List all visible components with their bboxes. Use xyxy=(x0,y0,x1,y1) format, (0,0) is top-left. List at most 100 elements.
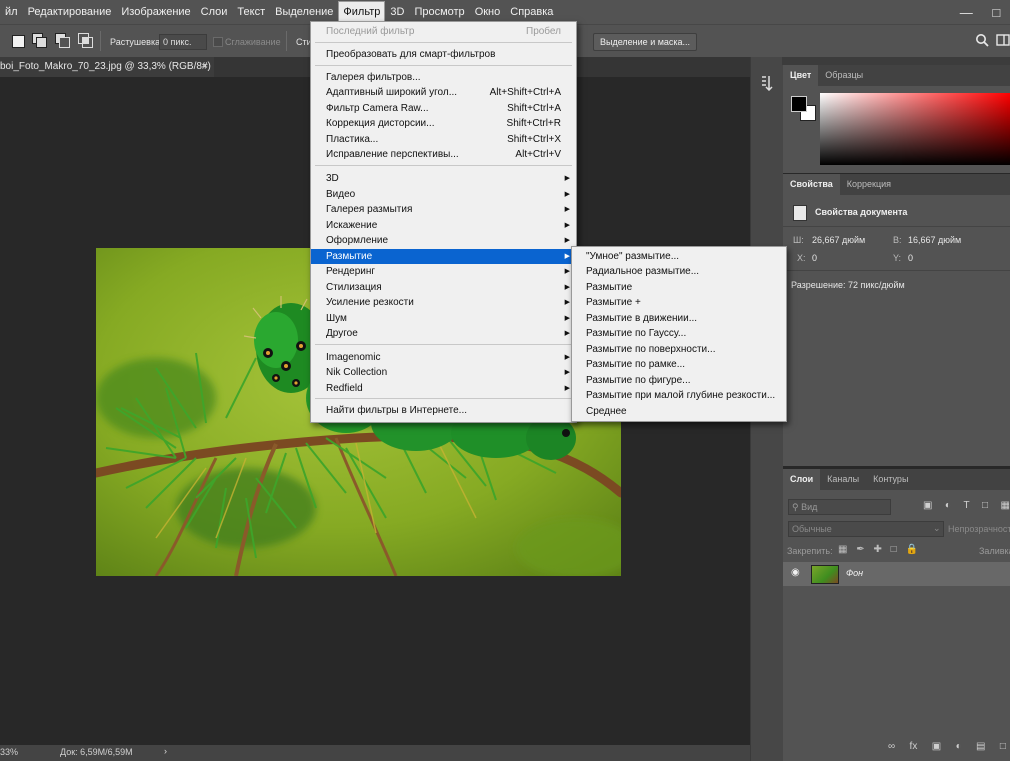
resolution-text: Разрешение: 72 пикс/дюйм xyxy=(791,280,905,290)
divider xyxy=(286,31,287,51)
workspace-icon[interactable] xyxy=(996,33,1010,50)
lock-pixels-icon[interactable]: ✒ xyxy=(856,544,864,556)
maximize-icon[interactable]: □ xyxy=(992,5,1000,20)
menu-item-nik-collection[interactable]: Nik Collection ▶ xyxy=(311,365,576,380)
layer-row[interactable]: ◉ Фон xyxy=(783,562,1010,586)
tab-adjustments[interactable]: Коррекция xyxy=(840,174,898,195)
type-filter-icon[interactable]: T xyxy=(963,500,969,514)
blend-mode-select[interactable]: Обычные xyxy=(788,521,944,537)
select-and-mask-button[interactable]: Выделение и маска... xyxy=(593,33,697,51)
adjustment-filter-icon[interactable]: ◐ xyxy=(945,500,951,514)
search-icon[interactable] xyxy=(975,33,989,50)
menu-separator xyxy=(315,42,572,43)
shape-filter-icon[interactable]: □ xyxy=(982,500,988,514)
menu-item-distort[interactable]: Искажение ▶ xyxy=(311,218,576,233)
link-layers-icon[interactable]: ∞ xyxy=(888,741,895,755)
tab-swatches[interactable]: Образцы xyxy=(818,65,870,86)
menu-item-other[interactable]: Другое ▶ xyxy=(311,326,576,341)
lock-artboard-icon[interactable]: □ xyxy=(891,544,897,556)
blend-dropdown-icon: ⌄ xyxy=(933,523,941,533)
submenu-arrow-icon: ▶ xyxy=(564,385,570,392)
blur-submenu: "Умное" размытие... Радиальное размытие.… xyxy=(571,246,787,422)
menu-item-video[interactable]: Видео ▶ xyxy=(311,187,576,202)
submenu-arrow-icon: ▶ xyxy=(564,330,570,337)
menu-item-vanishing-point[interactable]: Исправление перспективы... Alt+Ctrl+V xyxy=(311,147,576,162)
intersect-selection-icon[interactable] xyxy=(78,33,93,48)
menu-item-imagenomic[interactable]: Imagenomic ▶ xyxy=(311,350,576,365)
status-arrow-icon[interactable]: › xyxy=(164,746,167,756)
add-selection-icon[interactable] xyxy=(32,33,47,48)
tab-properties[interactable]: Свойства xyxy=(783,174,840,195)
blur-item-blur[interactable]: Размытие xyxy=(586,280,632,295)
add-mask-icon[interactable]: ▣ xyxy=(932,741,941,755)
menu-separator xyxy=(315,65,572,66)
menu-item-3d[interactable]: 3D ▶ xyxy=(311,171,576,186)
blur-item-radial-blur[interactable]: Радиальное размытие... xyxy=(586,264,699,279)
menu-item-browse-filters-online[interactable]: Найти фильтры в Интернете... xyxy=(311,403,576,418)
history-icon[interactable] xyxy=(760,75,774,94)
menu-file[interactable]: йл xyxy=(0,0,23,24)
blur-item-surface-blur[interactable]: Размытие по поверхности... xyxy=(586,342,715,357)
menu-item-stylize[interactable]: Стилизация ▶ xyxy=(311,280,576,295)
antialias-checkbox[interactable] xyxy=(213,37,223,47)
menu-item-last-filter[interactable]: Последний фильтр Пробел xyxy=(311,24,576,39)
lock-transparency-icon[interactable]: ▦ xyxy=(838,544,847,556)
foreground-color-swatch[interactable] xyxy=(791,96,807,112)
menu-item-stylize-design[interactable]: Оформление ▶ xyxy=(311,233,576,248)
menu-item-camera-raw[interactable]: Фильтр Camera Raw... Shift+Ctrl+A xyxy=(311,101,576,116)
smart-object-filter-icon[interactable]: ▦ xyxy=(1001,500,1010,514)
lock-position-icon[interactable]: ✚ xyxy=(873,544,881,556)
menu-filter[interactable]: Фильтр xyxy=(338,1,386,23)
menu-item-lens-correction[interactable]: Коррекция дисторсии... Shift+Ctrl+R xyxy=(311,116,576,131)
menu-edit[interactable]: Редактирование xyxy=(23,0,117,24)
close-tab-icon[interactable]: × xyxy=(202,57,208,77)
menu-layers[interactable]: Слои xyxy=(196,0,233,24)
menu-item-adaptive-wide-angle[interactable]: Адаптивный широкий угол... Alt+Shift+Ctrl… xyxy=(311,85,576,100)
new-layer-icon[interactable]: □ xyxy=(1000,741,1006,755)
menu-item-blur-gallery[interactable]: Галерея размытия ▶ xyxy=(311,202,576,217)
tab-channels[interactable]: Каналы xyxy=(820,469,866,490)
menu-item-render[interactable]: Рендеринг ▶ xyxy=(311,264,576,279)
adjustment-layer-icon[interactable]: ◐ xyxy=(956,741,962,755)
menu-image[interactable]: Изображение xyxy=(116,0,195,24)
tab-color[interactable]: Цвет xyxy=(783,65,819,86)
lock-icons: ▦ ✒ ✚ □ 🔒 xyxy=(838,544,918,556)
tab-layers[interactable]: Слои xyxy=(783,469,821,490)
layer-kind-filter[interactable]: ⚲ Вид xyxy=(788,499,891,515)
menu-item-blur[interactable]: Размытие ▶ xyxy=(311,249,576,264)
y-label: Y: xyxy=(893,253,902,263)
document-size: Док: 6,59M/6,59M xyxy=(60,747,133,757)
blur-item-average[interactable]: Среднее xyxy=(586,404,627,419)
subtract-selection-icon[interactable] xyxy=(55,33,70,48)
new-selection-icon[interactable] xyxy=(12,35,25,48)
menu-item-liquify[interactable]: Пластика... Shift+Ctrl+X xyxy=(311,132,576,147)
zoom-level[interactable]: 33% xyxy=(0,747,18,757)
lock-label: Закрепить: xyxy=(787,546,833,556)
document-tab[interactable]: boi_Foto_Makro_70_23.jpg @ 33,3% (RGB/8#… xyxy=(0,57,214,77)
pixel-filter-icon[interactable]: ▣ xyxy=(923,500,932,514)
feather-input[interactable]: 0 пикс. xyxy=(159,34,207,50)
menu-item-convert-smart-filters[interactable]: Преобразовать для смарт-фильтров xyxy=(311,47,576,62)
blur-item-motion-blur[interactable]: Размытие в движении... xyxy=(586,311,697,326)
menu-type[interactable]: Текст xyxy=(232,0,270,24)
blur-item-smart-blur[interactable]: "Умное" размытие... xyxy=(586,249,679,264)
menu-item-sharpen[interactable]: Усиление резкости ▶ xyxy=(311,295,576,310)
menu-item-filter-gallery[interactable]: Галерея фильтров... xyxy=(311,70,576,85)
fx-icon[interactable]: fx xyxy=(910,741,918,755)
new-group-icon[interactable]: ▤ xyxy=(976,741,985,755)
menu-item-redfield[interactable]: Redfield ▶ xyxy=(311,381,576,396)
blur-item-blur-more[interactable]: Размытие + xyxy=(586,295,641,310)
lock-all-icon[interactable]: 🔒 xyxy=(906,544,918,556)
layer-name[interactable]: Фон xyxy=(846,568,863,578)
blur-item-shape-blur[interactable]: Размытие по фигуре... xyxy=(586,373,691,388)
blur-item-gaussian-blur[interactable]: Размытие по Гауссу... xyxy=(586,326,686,341)
opacity-label: Непрозрачность xyxy=(948,524,1010,534)
menu-item-noise[interactable]: Шум ▶ xyxy=(311,311,576,326)
blur-item-box-blur[interactable]: Размытие по рамке... xyxy=(586,357,685,372)
filter-menu: Последний фильтр Пробел Преобразовать для… xyxy=(310,21,577,423)
blur-item-lens-blur[interactable]: Размытие при малой глубине резкости... xyxy=(586,388,775,403)
color-field[interactable] xyxy=(820,93,1010,165)
eye-icon[interactable]: ◉ xyxy=(791,567,800,578)
tab-paths[interactable]: Контуры xyxy=(866,469,915,490)
minimize-icon[interactable]: — xyxy=(960,5,973,20)
